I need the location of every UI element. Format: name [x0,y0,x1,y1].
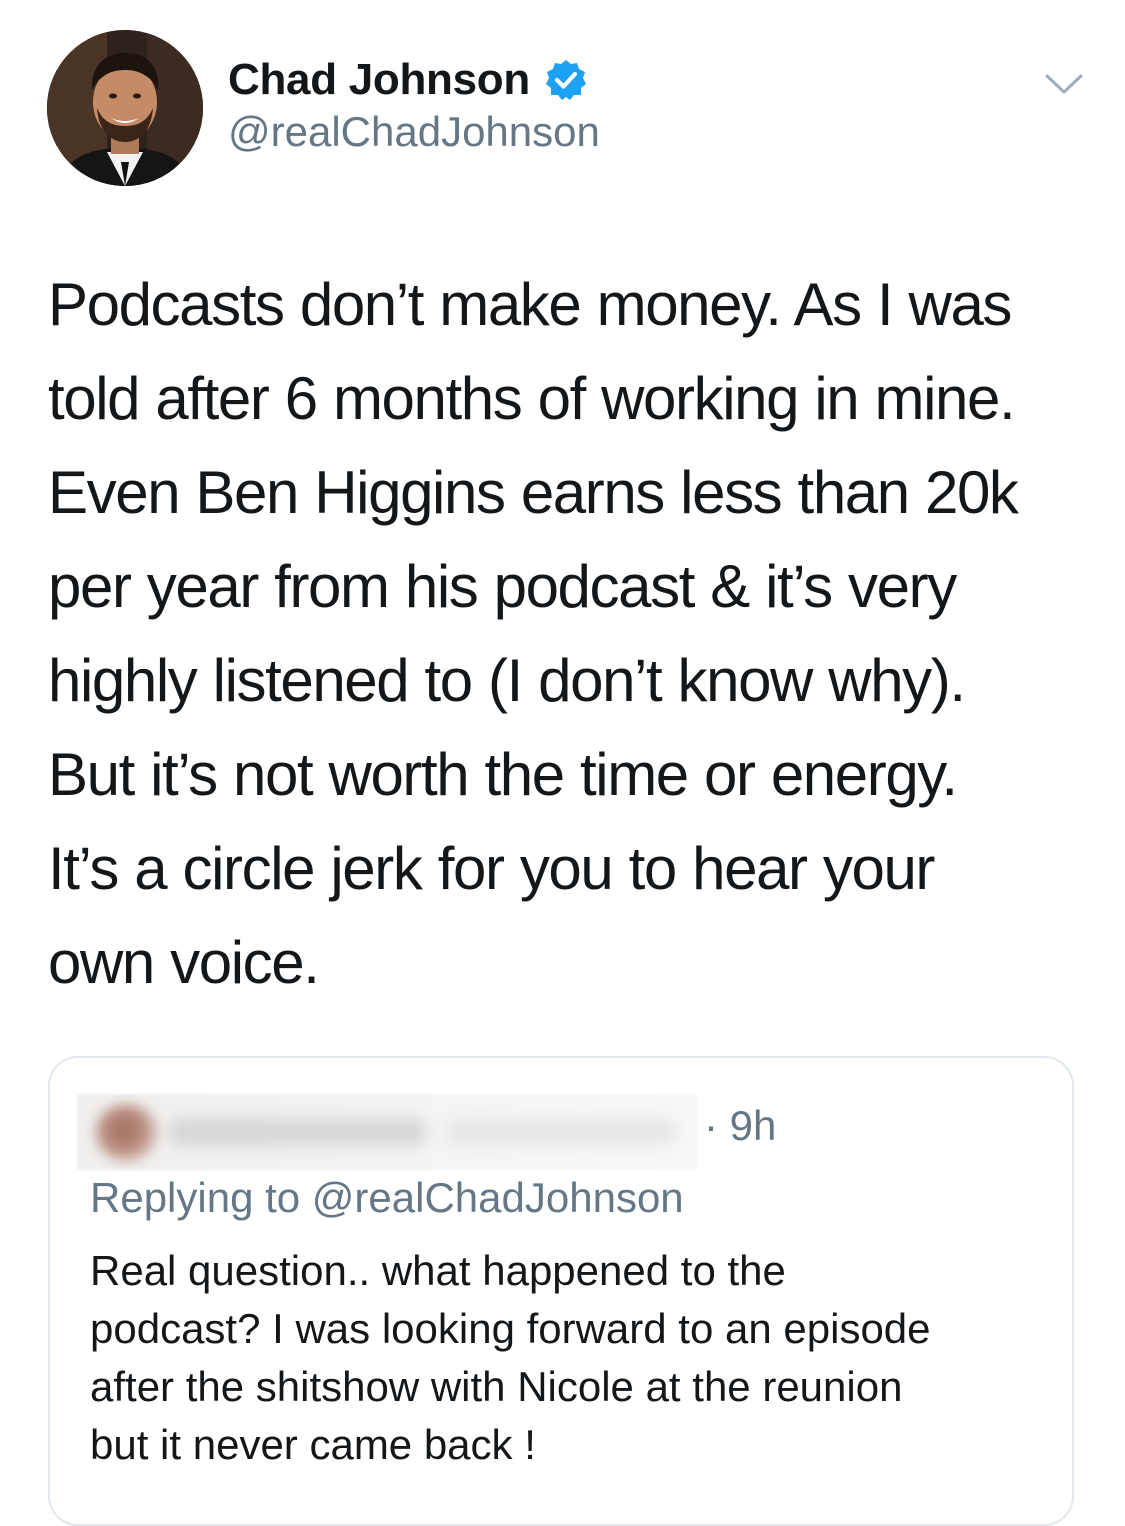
tweet-text-line: But it’s not worth the time or energy. [48,741,958,808]
quoted-text-line: but it never came back ! [90,1421,536,1468]
tweet-text-line: own voice. [48,929,320,996]
quoted-tweet[interactable]: · 9h Replying to @realChadJohnson Real q… [48,1056,1074,1526]
quoted-tweet-text: Real question.. what happened to the pod… [90,1242,1050,1474]
tweet-text-line: highly listened to (I don’t know why). [48,647,966,714]
tweet-text-line: Even Ben Higgins earns less than 20k [48,459,1019,526]
tweet-text-line: per year from his podcast & it’s very [48,553,957,620]
author-name-row[interactable]: Chad Johnson [228,50,588,110]
verified-badge-icon [544,58,588,102]
quoted-author-handle-redacted [447,1120,677,1144]
quoted-text-line: Real question.. what happened to the [90,1247,786,1294]
tweet-text-line: It’s a circle jerk for you to hear your [48,835,935,902]
chevron-down-icon[interactable] [1043,70,1085,100]
tweet-text-line: told after 6 months of working in mine. [48,365,1016,432]
tweet-text: Podcasts don’t make money. As I was told… [48,258,1088,1010]
quoted-author-name-redacted [167,1118,427,1146]
tweet-card: Chad Johnson @realChadJohnson Podcasts d… [0,0,1125,1526]
quoted-author-avatar [95,1104,159,1162]
author-avatar[interactable] [47,30,203,186]
tweet-text-line: Podcasts don’t make money. As I was [48,271,1012,338]
quoted-text-line: podcast? I was looking forward to an epi… [90,1305,931,1352]
avatar-photo [47,30,203,186]
quoted-text-line: after the shitshow with Nicole at the re… [90,1363,903,1410]
author-display-name[interactable]: Chad Johnson [228,55,530,105]
quoted-author-redacted [77,1094,697,1170]
replying-to[interactable]: Replying to @realChadJohnson [90,1174,684,1222]
quoted-timestamp: · 9h [704,1102,777,1149]
author-handle[interactable]: @realChadJohnson [228,108,600,156]
